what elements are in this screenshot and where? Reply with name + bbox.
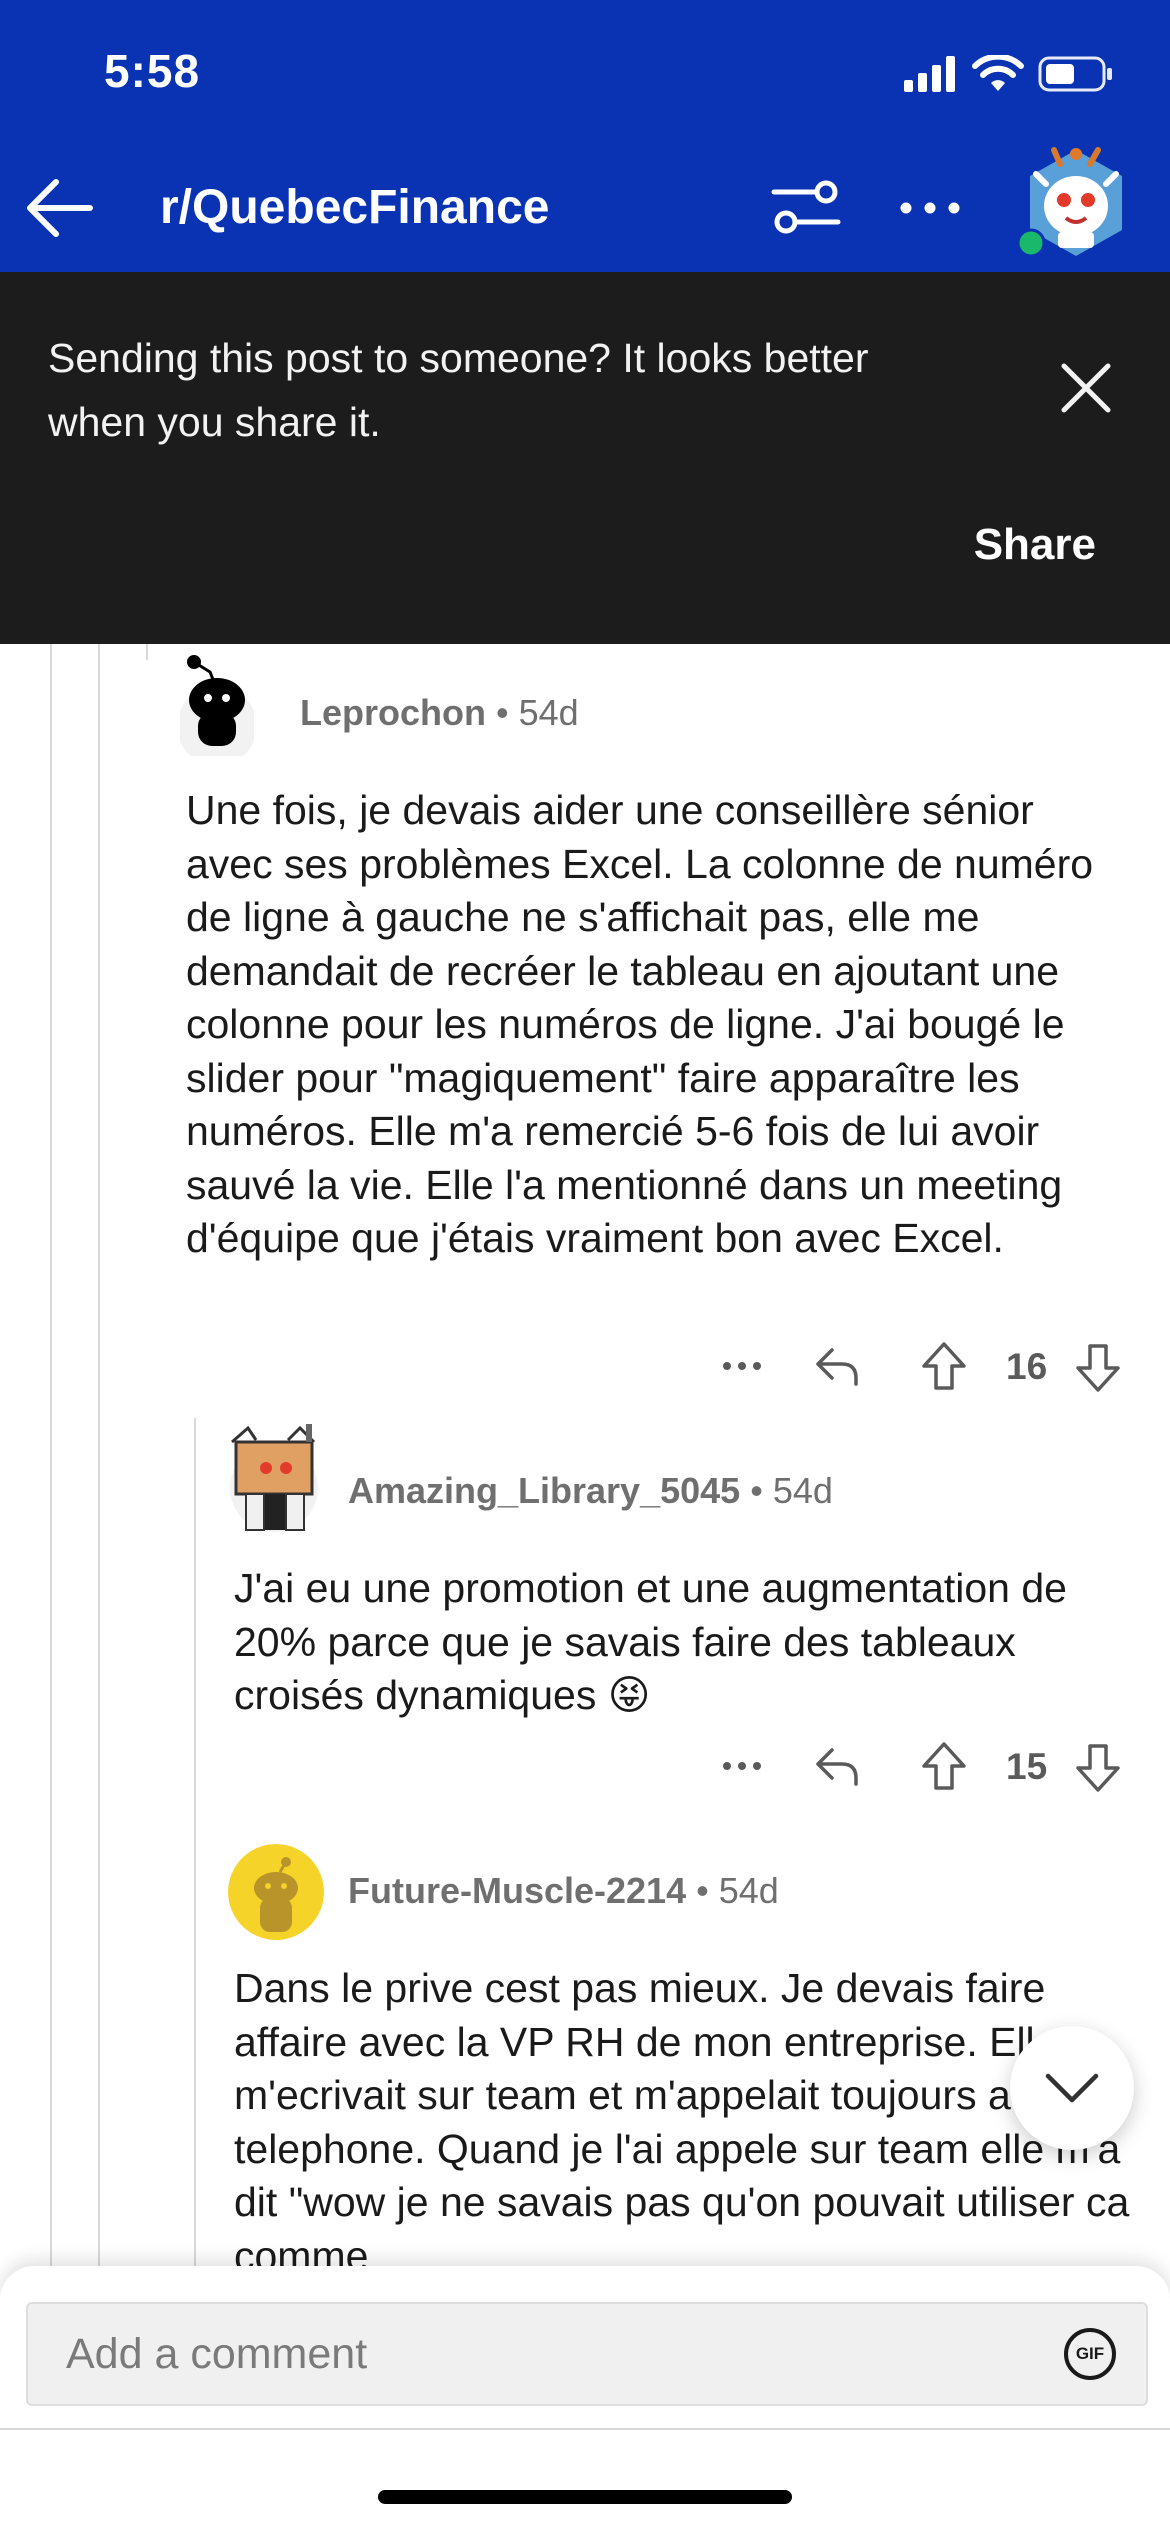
comment-avatar[interactable] bbox=[226, 1424, 322, 1536]
battery-icon bbox=[1038, 56, 1112, 92]
divider bbox=[0, 2428, 1170, 2430]
comment-placeholder: Add a comment bbox=[66, 2330, 368, 2378]
status-icons bbox=[904, 52, 1114, 96]
downvote-icon[interactable] bbox=[1074, 1342, 1122, 1394]
downvote-icon[interactable] bbox=[1074, 1742, 1122, 1794]
status-time: 5:58 bbox=[104, 45, 201, 97]
comment-actions: 15 bbox=[700, 1736, 1140, 1796]
thread-line[interactable] bbox=[146, 644, 148, 660]
vote-count: 15 bbox=[1006, 1746, 1048, 1787]
online-status-icon bbox=[1016, 228, 1046, 258]
app-header: 5:58 r/QuebecFinance bbox=[0, 0, 1170, 272]
comment-avatar[interactable] bbox=[228, 1844, 324, 1940]
filter-sliders-icon[interactable] bbox=[768, 170, 844, 246]
close-icon[interactable] bbox=[1050, 352, 1122, 424]
scroll-down-button[interactable] bbox=[1010, 2026, 1134, 2150]
comment-author[interactable]: Leprochon bbox=[300, 692, 486, 733]
share-button[interactable]: Share bbox=[974, 520, 1096, 570]
comment-meta: Amazing_Library_5045 • 54d bbox=[348, 1470, 833, 1512]
meta-separator: • bbox=[496, 692, 519, 733]
comment-avatar[interactable] bbox=[177, 652, 257, 766]
more-options-icon[interactable] bbox=[720, 1746, 764, 1786]
subreddit-title[interactable]: r/QuebecFinance bbox=[160, 180, 549, 235]
more-options-icon[interactable] bbox=[720, 1346, 764, 1386]
comment-age: 54d bbox=[772, 1470, 833, 1511]
comment-actions: 16 bbox=[700, 1336, 1140, 1396]
vote-count: 16 bbox=[1006, 1346, 1048, 1387]
reply-icon[interactable] bbox=[812, 1342, 862, 1390]
add-comment-input[interactable]: Add a comment GIF bbox=[26, 2302, 1148, 2406]
comment-body: Une fois, je devais aider une conseillèr… bbox=[186, 787, 1094, 1261]
signal-icon bbox=[904, 56, 955, 92]
comment-author[interactable]: Amazing_Library_5045 bbox=[348, 1470, 740, 1511]
comment-age: 54d bbox=[718, 1870, 779, 1911]
meta-separator: • bbox=[696, 1870, 719, 1911]
reply-icon[interactable] bbox=[812, 1742, 862, 1790]
user-avatar[interactable] bbox=[1016, 144, 1128, 262]
gif-button[interactable]: GIF bbox=[1064, 2328, 1116, 2380]
chevron-down-icon bbox=[1045, 2073, 1099, 2103]
thread-line[interactable] bbox=[50, 644, 52, 2266]
comment-meta: Leprochon • 54d bbox=[300, 692, 579, 734]
meta-separator: • bbox=[750, 1470, 773, 1511]
home-indicator[interactable] bbox=[378, 2490, 792, 2504]
comment-author[interactable]: Future-Muscle-2214 bbox=[348, 1870, 686, 1911]
thread-line[interactable] bbox=[98, 644, 100, 2266]
comment-body: Dans le prive cest pas mieux. Je devais … bbox=[234, 1965, 1130, 2279]
share-banner: Sending this post to someone? It looks b… bbox=[0, 272, 1170, 644]
more-options-icon[interactable] bbox=[892, 170, 968, 246]
gif-label: GIF bbox=[1075, 2344, 1105, 2363]
thread-line[interactable] bbox=[194, 1418, 196, 2266]
back-arrow-icon[interactable] bbox=[22, 170, 98, 246]
upvote-icon[interactable] bbox=[920, 1740, 968, 1792]
wifi-icon bbox=[972, 55, 1024, 91]
share-banner-message: Sending this post to someone? It looks b… bbox=[48, 335, 869, 445]
comment-age: 54d bbox=[518, 692, 579, 733]
comment-meta: Future-Muscle-2214 • 54d bbox=[348, 1870, 779, 1912]
upvote-icon[interactable] bbox=[920, 1340, 968, 1392]
comment-body: J'ai eu une promotion et une augmentatio… bbox=[234, 1565, 1067, 1718]
